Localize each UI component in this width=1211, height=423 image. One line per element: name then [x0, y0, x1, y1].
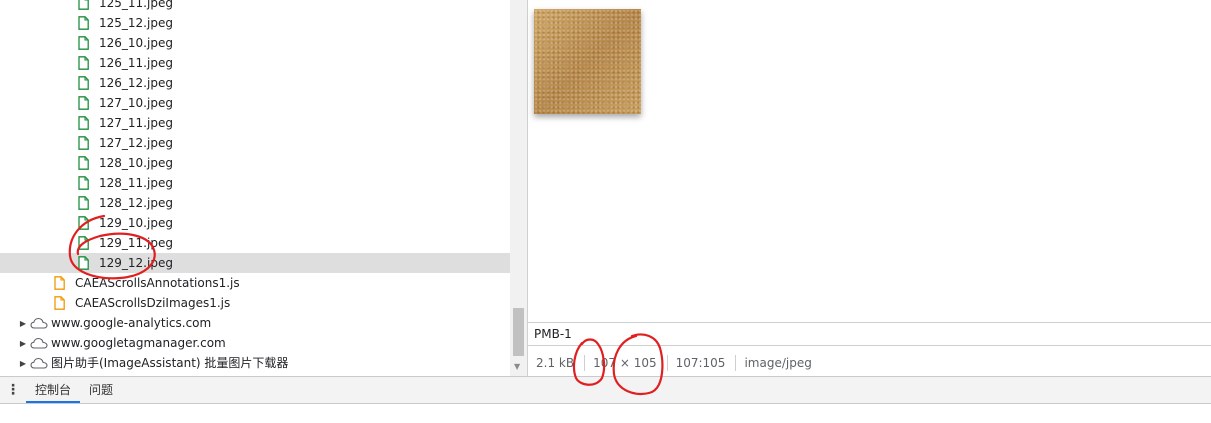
green-file-icon — [78, 236, 89, 250]
green-file-icon — [78, 156, 89, 170]
tree-item-label: 126_10.jpeg — [99, 36, 173, 50]
cloud-icon — [30, 357, 48, 369]
tree-file-item[interactable]: 126_12.jpeg — [0, 73, 510, 93]
devtools-sources-panel: 125_11.jpeg 125_12.jpeg 126_10.jpeg 126_11.… — [0, 0, 1211, 423]
tab-console[interactable]: 控制台 — [26, 377, 81, 403]
tree-domain-item[interactable]: ▶ www.google-analytics.com — [0, 313, 510, 333]
image-size: 2.1 kB — [536, 356, 575, 370]
orange-file-icon — [54, 276, 65, 290]
drawer-tab-bar: ⋮ 控制台 问题 — [0, 376, 1211, 404]
tree-item-label: 129_11.jpeg — [99, 236, 173, 250]
image-height: 105 — [633, 356, 657, 370]
tree-item-label: 128_10.jpeg — [99, 156, 173, 170]
tree-item-label: 129_10.jpeg — [99, 216, 173, 230]
tree-file-item[interactable]: 128_12.jpeg — [0, 193, 510, 213]
image-name-bar: PMB-1 — [528, 322, 1211, 346]
tree-item-label: 126_12.jpeg — [99, 76, 173, 90]
tree-file-item[interactable]: 127_12.jpeg — [0, 133, 510, 153]
green-file-icon — [78, 96, 89, 110]
scroll-down-arrow-icon[interactable]: ▼ — [514, 362, 520, 371]
tree-item-label: CAEAScrollsAnnotations1.js — [75, 276, 240, 290]
tab-issues[interactable]: 问题 — [80, 377, 122, 403]
tree-item-label: CAEAScrollsDziImages1.js — [75, 296, 231, 310]
tree-item-label: 125_11.jpeg — [99, 0, 173, 10]
green-file-icon — [78, 256, 89, 270]
tree-file-item[interactable]: 125_11.jpeg — [0, 0, 510, 13]
cloud-icon — [30, 337, 48, 349]
tree-item-label: 127_11.jpeg — [99, 116, 173, 130]
image-info-bar: 2.1 kB 107 × 105 107:105 image/jpeg — [528, 350, 1211, 376]
image-aspect-ratio: 107:105 — [675, 356, 726, 370]
expand-arrow-icon[interactable]: ▶ — [18, 359, 28, 368]
green-file-icon — [78, 56, 89, 70]
tree-item-label: 127_10.jpeg — [99, 96, 173, 110]
tree-item-label: 129_12.jpeg — [99, 256, 173, 270]
tree-item-label: 127_12.jpeg — [99, 136, 173, 150]
tree-item-label: 128_12.jpeg — [99, 196, 173, 210]
tree-domain-item[interactable]: ▶ 图片助手(ImageAssistant) 批量图片下载器 — [0, 353, 510, 373]
cloud-icon — [30, 317, 48, 329]
tree-file-item[interactable]: 127_11.jpeg — [0, 113, 510, 133]
image-name: PMB-1 — [534, 327, 572, 341]
green-file-icon — [78, 0, 89, 10]
expand-arrow-icon[interactable]: ▶ — [18, 339, 28, 348]
tree-item-label: www.google-analytics.com — [51, 316, 212, 330]
drawer-content — [0, 404, 1211, 423]
tree-file-item[interactable]: 128_11.jpeg — [0, 173, 510, 193]
tree-file-item[interactable]: 129_11.jpeg — [0, 233, 510, 253]
image-thumbnail — [534, 9, 641, 114]
tree-item-label: 128_11.jpeg — [99, 176, 173, 190]
expand-arrow-icon[interactable]: ▶ — [18, 319, 28, 328]
tree-domain-item[interactable]: ▶ www.googletagmanager.com — [0, 333, 510, 353]
tree-file-item[interactable]: 129_12.jpeg — [0, 253, 510, 273]
tree-file-item[interactable]: 128_10.jpeg — [0, 153, 510, 173]
green-file-icon — [78, 176, 89, 190]
green-file-icon — [78, 136, 89, 150]
image-natural-width: 107 × 105 — [593, 356, 657, 370]
green-file-icon — [78, 116, 89, 130]
orange-file-icon — [54, 296, 65, 310]
image-mime-type: image/jpeg — [744, 356, 812, 370]
tree-item-label: www.googletagmanager.com — [51, 336, 226, 350]
tree-file-item[interactable]: 125_12.jpeg — [0, 13, 510, 33]
green-file-icon — [78, 196, 89, 210]
more-options-icon[interactable]: ⋮ — [0, 377, 26, 403]
image-width: 107 — [593, 356, 616, 370]
tree-item-label: 126_11.jpeg — [99, 56, 173, 70]
green-file-icon — [78, 216, 89, 230]
tree-file-item[interactable]: 126_10.jpeg — [0, 33, 510, 53]
tree-file-item[interactable]: CAEAScrollsAnnotations1.js — [0, 273, 510, 293]
tree-file-item[interactable]: CAEAScrollsDziImages1.js — [0, 293, 510, 313]
tree-item-label: 图片助手(ImageAssistant) 批量图片下载器 — [51, 356, 289, 370]
file-tree: 125_11.jpeg 125_12.jpeg 126_10.jpeg 126_11.… — [0, 0, 510, 376]
tree-item-label: 125_12.jpeg — [99, 16, 173, 30]
green-file-icon — [78, 16, 89, 30]
scrollbar-thumb[interactable] — [513, 308, 524, 356]
green-file-icon — [78, 36, 89, 50]
tree-file-item[interactable]: 127_10.jpeg — [0, 93, 510, 113]
tree-file-item[interactable]: 129_10.jpeg — [0, 213, 510, 233]
tree-scrollbar[interactable]: ▼ — [510, 0, 527, 376]
green-file-icon — [78, 76, 89, 90]
tree-file-item[interactable]: 126_11.jpeg — [0, 53, 510, 73]
